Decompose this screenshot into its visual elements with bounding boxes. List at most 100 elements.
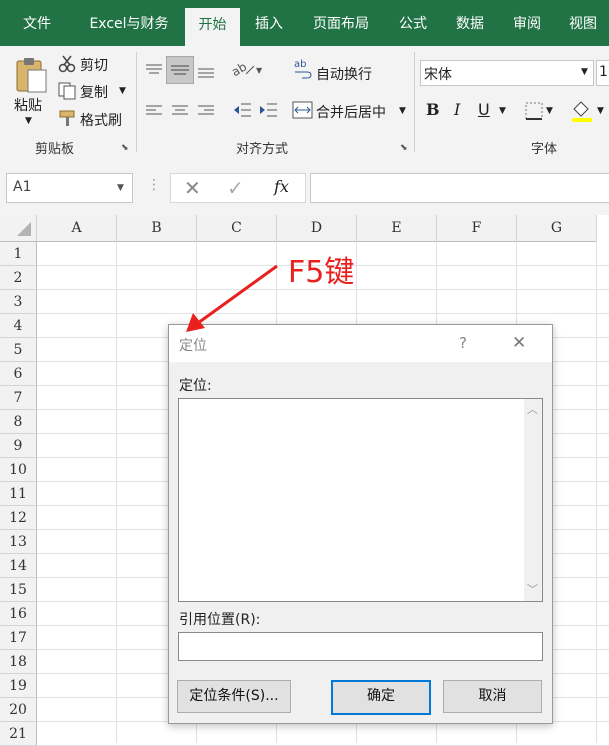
paste-button[interactable]: 粘贴 [14,95,42,115]
insert-function-icon[interactable]: fx [274,177,289,196]
row-header[interactable]: 21 [0,722,37,746]
row-header[interactable]: 17 [0,626,37,650]
tab-data[interactable]: 数据 [444,0,496,46]
cancel-entry-icon[interactable]: ✕ [184,176,201,200]
goto-label: 定位: [179,378,212,394]
tab-formulas[interactable]: 公式 [388,0,438,46]
format-painter-icon[interactable] [58,109,78,131]
row-header[interactable]: 20 [0,698,37,722]
listbox-scrollbar[interactable]: ︿ ﹀ [524,399,542,601]
row-header[interactable]: 9 [0,434,37,458]
font-name-select[interactable]: 宋体 ▼ [420,60,594,86]
grid-column-line [596,241,597,743]
row-header[interactable]: 7 [0,386,37,410]
tab-page-layout[interactable]: 页面布局 [300,0,382,46]
column-header[interactable]: C [197,215,277,242]
tab-view[interactable]: 视图 [558,0,608,46]
column-header[interactable]: A [37,215,117,242]
scroll-up-icon[interactable]: ︿ [527,401,538,417]
paste-dropdown-icon[interactable]: ▼ [25,116,32,126]
tab-home[interactable]: 开始 [185,8,240,46]
tab-review[interactable]: 审阅 [502,0,552,46]
row-header[interactable]: 11 [0,482,37,506]
underline-dropdown-icon[interactable]: ▼ [499,106,506,116]
row-header[interactable]: 5 [0,338,37,362]
merge-center-icon[interactable] [292,100,314,124]
row-header[interactable]: 8 [0,410,37,434]
border-icon[interactable] [524,101,544,125]
font-size-select[interactable]: 1 [596,60,609,86]
tab-insert[interactable]: 插入 [244,0,294,46]
row-header[interactable]: 6 [0,362,37,386]
select-all-corner[interactable] [0,215,37,242]
copy-button[interactable]: 复制 [80,82,108,102]
scissors-icon[interactable] [58,55,76,77]
alignment-launcher-icon[interactable]: ⬊ [400,143,408,153]
tab-excel-finance[interactable]: Excel与财务 [76,0,182,46]
align-left-icon[interactable] [145,103,163,122]
formula-input[interactable] [310,173,609,203]
goto-listbox[interactable]: ︿ ﹀ [178,398,543,602]
column-header[interactable]: G [517,215,597,242]
decrease-indent-icon[interactable] [232,101,252,123]
row-header[interactable]: 13 [0,530,37,554]
row-header[interactable]: 3 [0,290,37,314]
cut-button[interactable]: 剪切 [80,55,108,75]
formula-buttons: ✕ ✓ fx [170,173,306,203]
name-box[interactable]: A1 ▼ [6,173,133,203]
wrap-text-icon[interactable]: ab [293,58,313,84]
row-header[interactable]: 15 [0,578,37,602]
italic-button[interactable]: I [454,100,460,119]
row-header[interactable]: 12 [0,506,37,530]
wrap-text-button[interactable]: 自动换行 [316,64,372,84]
align-bottom-icon[interactable] [197,64,215,83]
column-header[interactable]: E [357,215,437,242]
row-header[interactable]: 18 [0,650,37,674]
copy-dropdown-icon[interactable]: ▼ [119,86,126,96]
grid-column-line [116,241,117,743]
row-header[interactable]: 2 [0,266,37,290]
align-center-icon[interactable] [171,103,189,122]
ribbon: 粘贴 ▼ 剪切 复制 ▼ 格式刷 剪贴板 ⬊ ab ▼ ab 自动换行 合并后居… [0,46,609,159]
tab-file[interactable]: 文件 [8,0,66,46]
bold-button[interactable]: B [426,100,440,119]
align-right-icon[interactable] [197,103,215,122]
row-header[interactable]: 4 [0,314,37,338]
format-painter-button[interactable]: 格式刷 [80,110,122,130]
copy-icon[interactable] [58,82,76,104]
svg-text:ab: ab [232,60,249,78]
formula-bar: A1 ▼ ⋮ ✕ ✓ fx [0,158,609,215]
paste-icon[interactable] [14,56,48,98]
svg-text:▼: ▼ [256,66,262,75]
merge-dropdown-icon[interactable]: ▼ [399,106,406,116]
ok-button[interactable]: 确定 [331,680,431,715]
align-top-icon[interactable] [145,62,163,81]
confirm-entry-icon[interactable]: ✓ [227,176,244,200]
column-header[interactable]: D [277,215,357,242]
scroll-down-icon[interactable]: ﹀ [527,581,538,597]
reference-input[interactable] [178,632,543,661]
align-middle-icon[interactable] [166,56,194,84]
special-button[interactable]: 定位条件(S)... [177,680,291,713]
fill-color-dropdown-icon[interactable]: ▼ [597,106,604,116]
row-header[interactable]: 19 [0,674,37,698]
chevron-down-icon[interactable]: ▼ [117,183,124,193]
drag-handle-icon[interactable]: ⋮ [147,177,161,193]
column-header[interactable]: B [117,215,197,242]
underline-button[interactable]: U [478,100,490,119]
help-button[interactable]: ? [459,334,467,352]
row-header[interactable]: 14 [0,554,37,578]
chevron-down-icon[interactable]: ▼ [581,67,588,77]
fill-color-icon[interactable] [570,98,596,126]
close-icon[interactable]: ✕ [512,333,526,353]
border-dropdown-icon[interactable]: ▼ [546,106,553,116]
clipboard-launcher-icon[interactable]: ⬊ [121,143,129,153]
row-header[interactable]: 10 [0,458,37,482]
row-header[interactable]: 16 [0,602,37,626]
cancel-button[interactable]: 取消 [443,680,542,713]
row-header[interactable]: 1 [0,242,37,266]
column-header[interactable]: F [437,215,517,242]
orientation-icon[interactable]: ab ▼ [229,60,263,82]
increase-indent-icon[interactable] [258,101,278,123]
merge-center-button[interactable]: 合并后居中 [316,102,386,122]
